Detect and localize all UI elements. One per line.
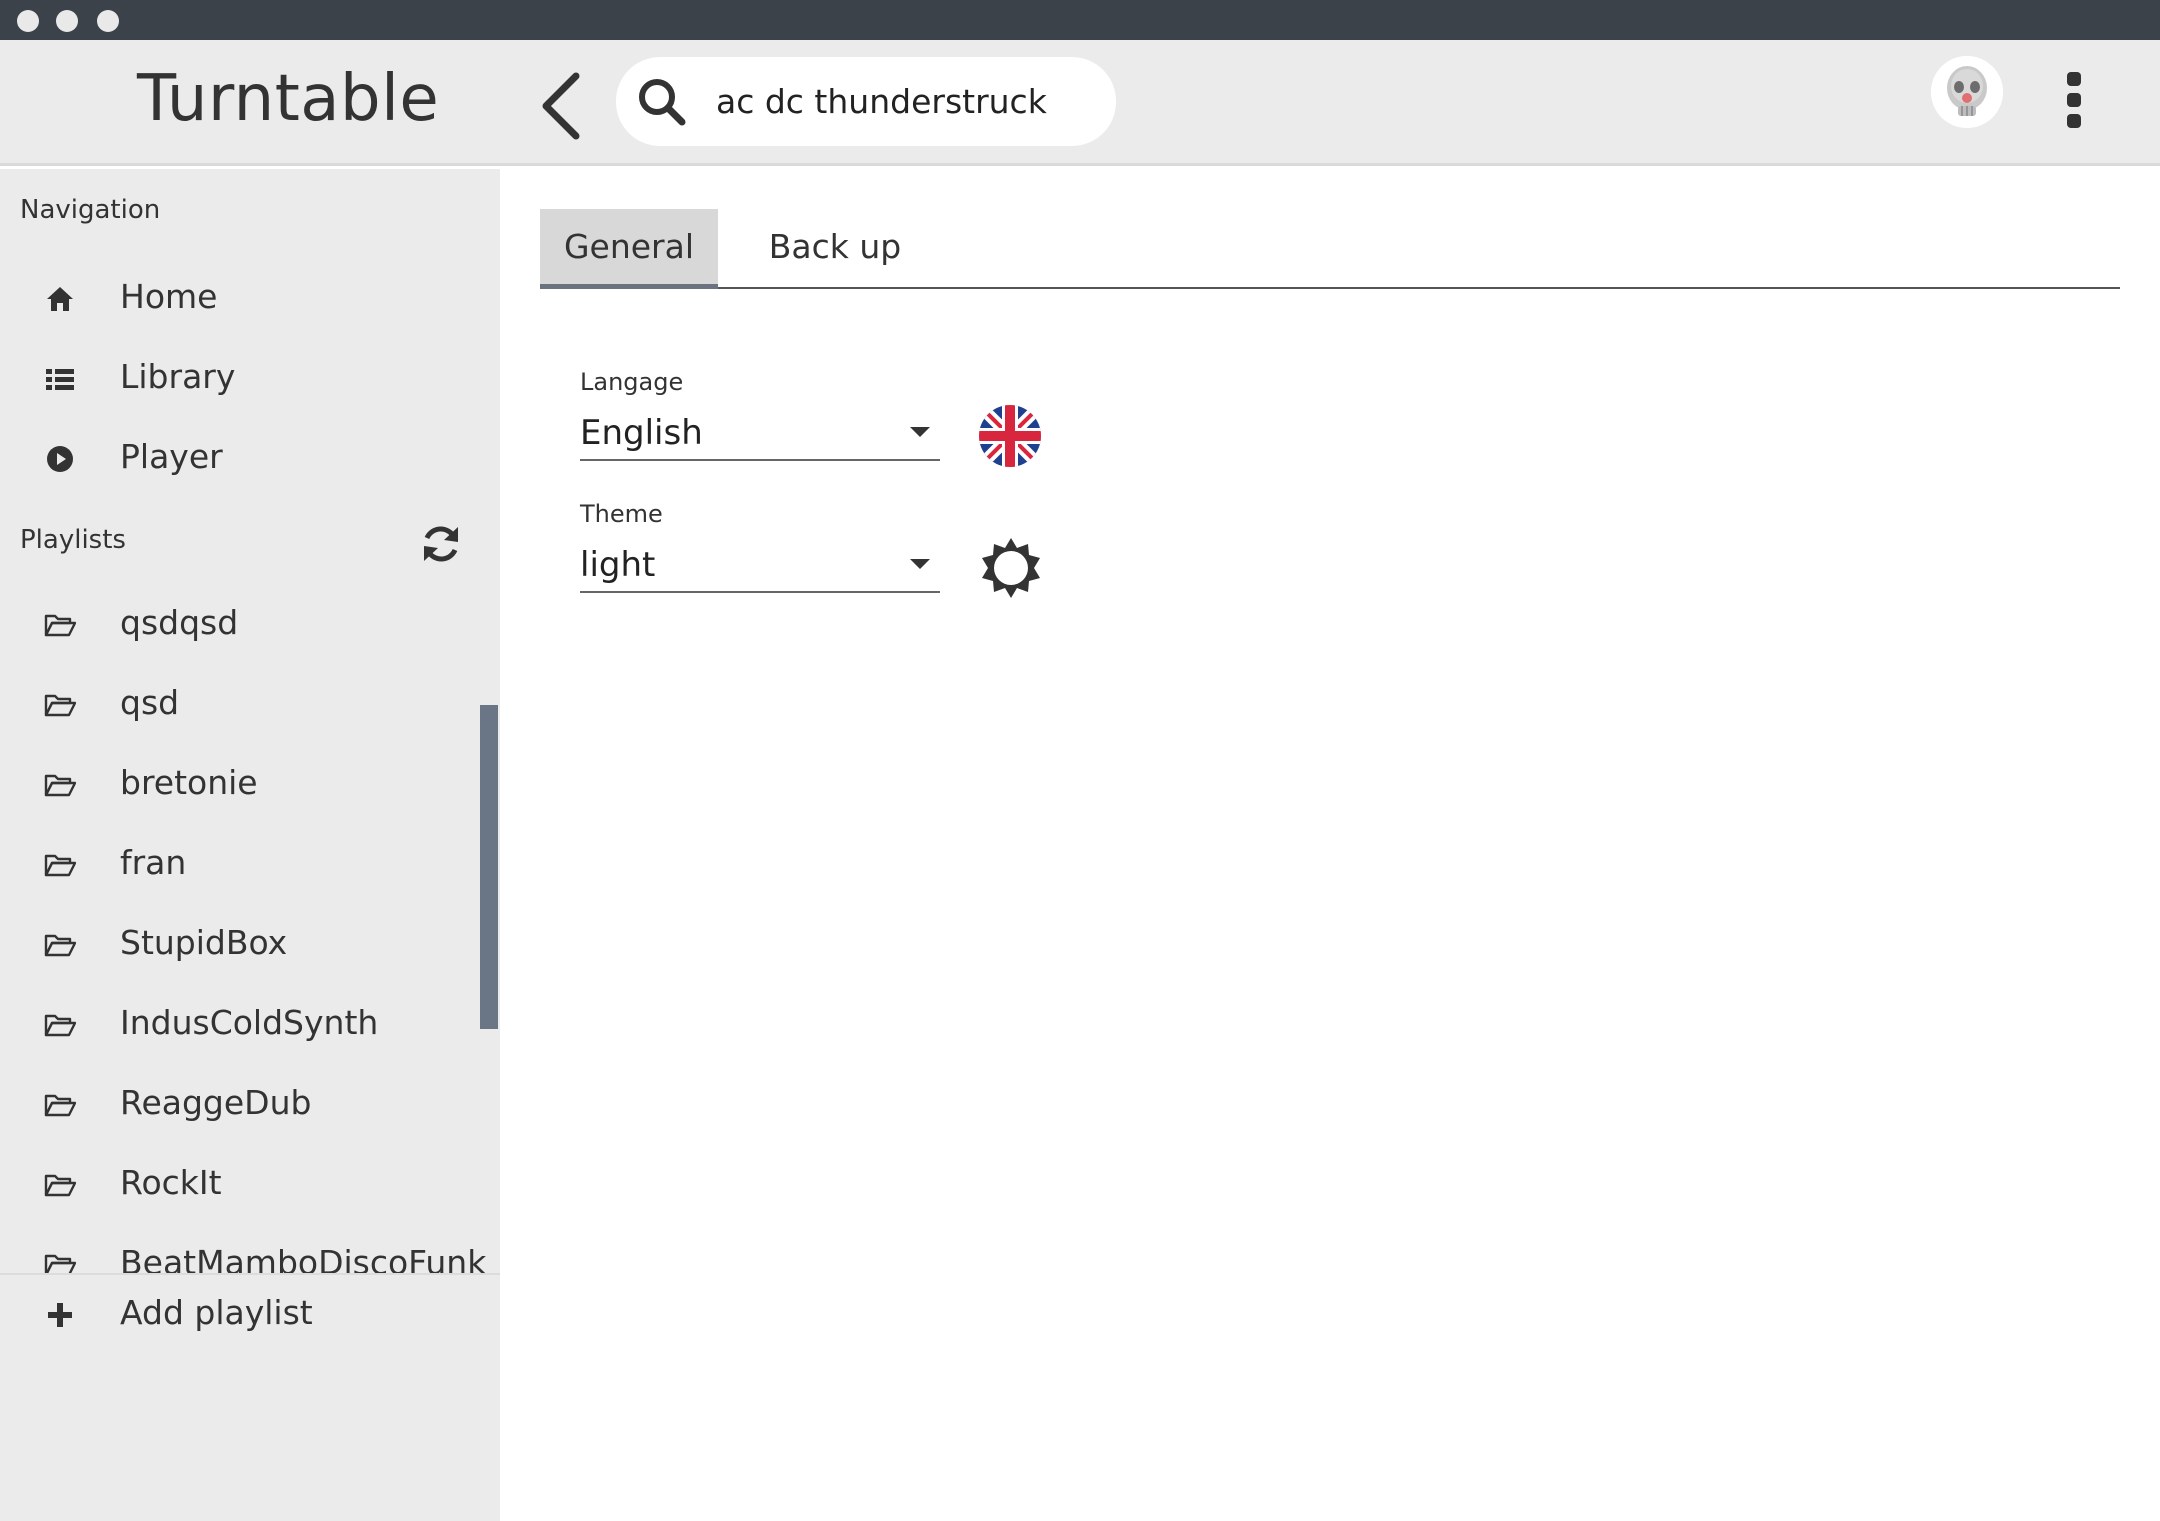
window-titlebar — [0, 0, 2160, 40]
sidebar-scrollbar[interactable] — [480, 705, 498, 1029]
settings-panel: General Back up Langage English Theme li… — [500, 169, 2160, 1352]
app-title: Turntable — [137, 62, 440, 136]
playlist-label: ReaggeDub — [120, 1083, 312, 1122]
playlist-item[interactable]: bretonie — [0, 745, 480, 825]
playlist-item[interactable]: RockIt — [0, 1145, 480, 1225]
caret-down-icon — [910, 559, 930, 569]
folder-open-icon — [44, 1174, 76, 1197]
folder-open-icon — [44, 934, 76, 957]
window-close-button[interactable] — [17, 10, 39, 32]
add-playlist-button[interactable]: Add playlist — [0, 1275, 480, 1355]
folder-open-icon — [44, 854, 76, 877]
navigation-section-label: Navigation — [20, 195, 161, 225]
sidebar-item-home[interactable]: Home — [0, 259, 480, 339]
language-label: Langage — [580, 368, 684, 396]
refresh-playlists-button[interactable] — [418, 521, 464, 567]
user-avatar[interactable] — [1931, 56, 2003, 128]
sun-icon — [982, 538, 1040, 598]
plus-icon — [48, 1303, 72, 1327]
more-menu-button[interactable] — [2060, 70, 2088, 130]
tab-general[interactable]: General — [540, 209, 718, 289]
playlist-item[interactable]: ReaggeDub — [0, 1065, 480, 1145]
folder-open-icon — [44, 774, 76, 797]
list-icon — [46, 369, 74, 390]
sidebar: Navigation Home Library Player Playlists… — [0, 169, 500, 1352]
uk-flag-icon — [979, 405, 1041, 467]
theme-label: Theme — [580, 500, 663, 528]
playlist-label: RockIt — [120, 1163, 222, 1202]
home-icon — [47, 287, 73, 311]
search-icon[interactable] — [636, 76, 688, 128]
sidebar-item-label: Player — [120, 437, 223, 476]
playlist-label: qsdqsd — [120, 603, 239, 642]
folder-open-icon — [44, 1014, 76, 1037]
playlists-section-label: Playlists — [20, 525, 126, 555]
language-value: English — [580, 413, 703, 453]
sidebar-item-player[interactable]: Player — [0, 419, 480, 499]
skull-avatar-image — [1931, 56, 2003, 128]
window-minimize-button[interactable] — [56, 10, 78, 32]
tab-back-up[interactable]: Back up — [750, 209, 920, 289]
playlist-item[interactable]: qsdqsd — [0, 585, 480, 665]
playlist-item[interactable]: qsd — [0, 665, 480, 745]
playlist-item[interactable]: IndusColdSynth — [0, 985, 480, 1065]
playlist-item[interactable]: fran — [0, 825, 480, 905]
theme-value: light — [580, 545, 656, 585]
more-vertical-icon — [2067, 72, 2081, 128]
search-bar[interactable] — [616, 57, 1116, 146]
folder-open-icon — [44, 694, 76, 717]
playlist-label: qsd — [120, 683, 180, 722]
sidebar-item-library[interactable]: Library — [0, 339, 480, 419]
play-circle-icon — [47, 446, 73, 472]
sidebar-item-label: Home — [120, 277, 218, 316]
sidebar-item-label: Library — [120, 357, 236, 396]
app-bar: Turntable — [0, 40, 2160, 166]
back-button[interactable] — [538, 70, 586, 142]
playlist-label: bretonie — [120, 763, 258, 802]
caret-down-icon — [910, 427, 930, 437]
chevron-left-icon — [542, 72, 580, 140]
playlist-label: IndusColdSynth — [120, 1003, 379, 1042]
folder-open-icon — [44, 1094, 76, 1117]
theme-select[interactable]: light — [580, 539, 940, 593]
language-select[interactable]: English — [580, 407, 940, 461]
settings-tabs: General Back up — [540, 209, 2120, 289]
folder-open-icon — [44, 614, 76, 637]
refresh-icon — [424, 526, 458, 562]
playlist-item[interactable]: StupidBox — [0, 905, 480, 985]
window-maximize-button[interactable] — [97, 10, 119, 32]
search-input[interactable] — [716, 75, 1096, 127]
add-playlist-bar: Add playlist — [0, 1273, 500, 1521]
playlist-label: StupidBox — [120, 923, 288, 962]
add-playlist-label: Add playlist — [120, 1293, 313, 1332]
playlist-label: fran — [120, 843, 187, 882]
